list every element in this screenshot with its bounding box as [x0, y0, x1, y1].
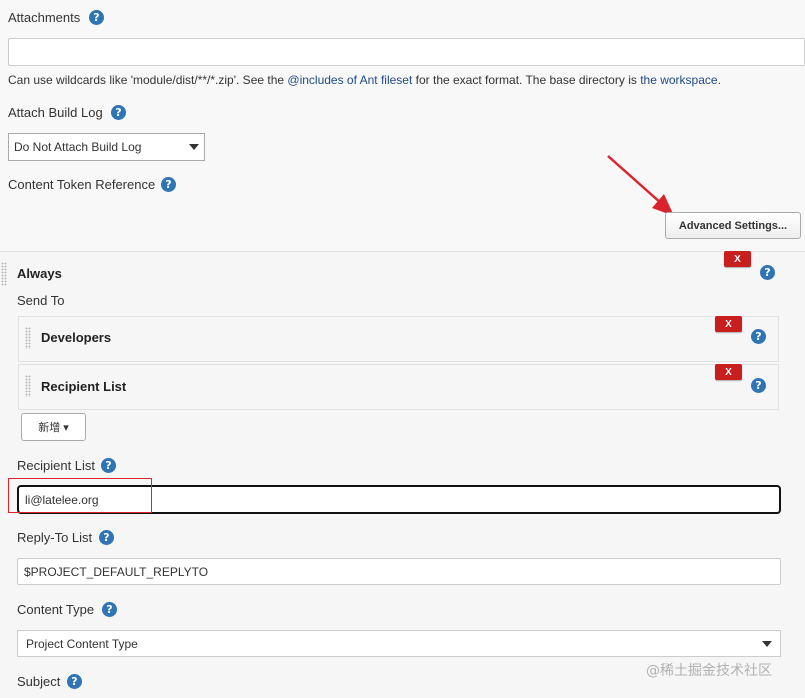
- add-send-to-button[interactable]: 新增 ▾: [21, 413, 86, 441]
- send-to-item-developers: [18, 316, 779, 362]
- attach-build-log-value: Do Not Attach Build Log: [14, 140, 142, 154]
- advanced-settings-button[interactable]: Advanced Settings...: [665, 212, 801, 239]
- trigger-title: Always: [17, 266, 62, 281]
- ant-fileset-link[interactable]: @includes of Ant fileset: [287, 73, 412, 87]
- workspace-link[interactable]: the workspace: [640, 73, 717, 87]
- attachments-help-text: Can use wildcards like 'module/dist/**/*…: [8, 73, 721, 87]
- attachments-input[interactable]: [8, 38, 805, 66]
- reply-to-list-help-icon[interactable]: ?: [99, 530, 114, 545]
- subject-help-icon[interactable]: ?: [67, 674, 82, 689]
- trigger-drag-handle[interactable]: [1, 262, 7, 286]
- attach-build-log-label: Attach Build Log: [8, 105, 103, 120]
- developers-drag-handle[interactable]: [25, 327, 31, 349]
- developers-label: Developers: [41, 330, 112, 345]
- send-to-label: Send To: [17, 293, 65, 308]
- content-type-label: Content Type: [17, 602, 95, 617]
- attach-build-log-select[interactable]: Do Not Attach Build Log: [8, 133, 205, 161]
- recipient-list-provider-help-icon[interactable]: ?: [751, 378, 766, 393]
- developers-delete-button[interactable]: X: [715, 316, 742, 332]
- send-to-item-recipient-list: [18, 364, 779, 410]
- content-type-help-icon[interactable]: ?: [102, 602, 117, 617]
- recipient-list-help-icon[interactable]: ?: [101, 458, 116, 473]
- reply-to-list-input[interactable]: $PROJECT_DEFAULT_REPLYTO: [17, 558, 781, 585]
- watermark: @稀土掘金技术社区: [646, 663, 772, 679]
- trigger-delete-button[interactable]: X: [724, 251, 751, 267]
- recipient-list-delete-button[interactable]: X: [715, 364, 742, 380]
- content-type-value: Project Content Type: [26, 636, 138, 651]
- chevron-down-icon: [189, 144, 199, 150]
- recipient-list-drag-handle[interactable]: [25, 375, 31, 397]
- content-token-reference-label: Content Token Reference: [8, 177, 156, 192]
- content-token-reference-help-icon[interactable]: ?: [161, 177, 176, 192]
- attachments-help-icon[interactable]: ?: [89, 10, 104, 25]
- trigger-help-icon[interactable]: ?: [760, 265, 775, 280]
- reply-to-list-label: Reply-To List: [17, 530, 93, 545]
- developers-help-icon[interactable]: ?: [751, 329, 766, 344]
- chevron-down-icon: [762, 640, 772, 647]
- annotation-highlight-box: [8, 478, 152, 513]
- attachments-label: Attachments: [8, 10, 81, 25]
- recipient-list-provider-label: Recipient List: [41, 379, 127, 394]
- content-type-select[interactable]: Project Content Type: [17, 630, 781, 657]
- subject-label: Subject: [17, 674, 61, 689]
- attach-build-log-help-icon[interactable]: ?: [111, 105, 126, 120]
- recipient-list-label: Recipient List: [17, 458, 96, 473]
